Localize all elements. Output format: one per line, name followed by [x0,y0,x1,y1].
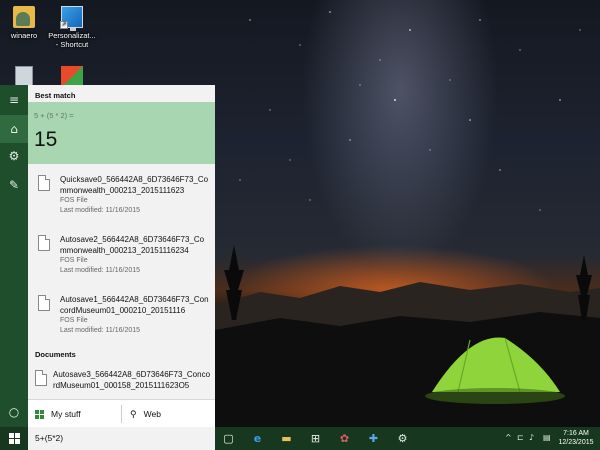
search-result-file[interactable]: Autosave1_566442A8_6D73646F73_ConcordMus… [28,292,215,350]
file-modified: Last modified: 11/16/2015 [60,267,141,274]
calculator-best-match[interactable]: 5 + (5 * 2) = 15 [28,102,215,164]
action-center-icon[interactable]: ▤ [543,433,551,442]
tools-app-button[interactable]: ✚ [366,431,381,446]
edge-browser-icon: e [253,432,262,445]
volume-icon[interactable]: ♪ [529,433,534,442]
personalization-shortcut-icon: ↗ [60,6,83,31]
hamburger-menu-button[interactable]: ≡ [0,86,28,114]
settings-gear-icon: ⚙ [8,149,20,163]
search-scope-bar: My stuff ⚲ Web [28,399,215,427]
search-result-document[interactable]: Autosave3_566442A8_6D73646F73_ConcordMus… [28,367,215,397]
feedback-icon: ✎ [8,178,20,192]
my-stuff-label: My stuff [51,409,81,419]
stars [239,11,581,211]
task-view-icon: ▢ [223,432,234,445]
file-name: Autosave1_566442A8_6D73646F73_ConcordMus… [60,295,209,315]
tab-divider [121,405,122,423]
settings-gear-icon: ⚙ [397,432,408,445]
search-result-file[interactable]: Quicksave0_566442A8_6D73646F73_Commonwea… [28,172,215,230]
file-name: Quicksave0_566442A8_6D73646F73_Commonwea… [60,175,209,195]
recycle-bin-icon [15,66,33,86]
shortcut-arrow-icon: ↗ [60,21,68,29]
home-icon: ⌂ [10,122,18,136]
start-button[interactable] [0,427,28,450]
file-modified: Last modified: 11/16/2015 [60,207,141,214]
file-icon [38,235,50,251]
cortana-button[interactable]: ○ [0,398,28,426]
file-type: FOS File [60,197,88,204]
search-results-panel: Best match 5 + (5 * 2) = 15 Quicksave0_5… [28,85,215,427]
document-name: Autosave3_566442A8_6D73646F73_ConcordMus… [53,370,211,390]
paint-app-icon: ✿ [339,432,350,445]
network-icon[interactable]: ⊏ [517,433,524,442]
search-result-file[interactable]: Autosave2_566442A8_6D73646F73_Commonweal… [28,232,215,290]
edge-button[interactable]: e [250,431,265,446]
best-match-heading: Best match [35,91,76,100]
cortana-circle-icon: ○ [8,405,20,419]
hamburger-menu-icon: ≡ [8,93,20,107]
user-folder-icon [13,6,35,28]
taskbar: 5+(5*2) ▢ e ▬ ⊞ ✿ ✚ ⚙ ^ ⊏ ♪ ▤ 7:16 AM 12… [0,427,600,450]
store-button[interactable]: ⊞ [308,431,323,446]
file-explorer-icon: ▬ [281,432,292,445]
tools-app-icon: ✚ [368,432,379,445]
task-view-button[interactable]: ▢ [221,431,236,446]
file-type: FOS File [60,257,88,264]
calculator-result: 15 [34,128,58,151]
file-modified: Last modified: 11/16/2015 [60,327,141,334]
web-tab[interactable]: ⚲ Web [130,400,161,428]
notebook-settings-button[interactable]: ⚙ [0,142,28,170]
calculator-expression: 5 + (5 * 2) = [34,111,74,120]
desktop-icon-label: winaero [10,31,38,40]
desktop-icon-winaero[interactable]: winaero [0,6,48,40]
paint-app-button[interactable]: ✿ [337,431,352,446]
settings-button[interactable]: ⚙ [395,431,410,446]
file-icon [38,175,50,191]
documents-heading: Documents [35,350,76,359]
file-explorer-button[interactable]: ▬ [279,431,294,446]
file-name: Autosave2_566442A8_6D73646F73_Commonweal… [60,235,205,255]
windows-logo-icon [35,409,44,419]
desktop-icon-label: Personalizat... - Shortcut [48,31,96,49]
file-icon [35,370,47,386]
web-label: Web [143,409,161,419]
search-icon: ⚲ [130,408,137,419]
clock-date: 12/23/2015 [558,439,594,446]
start-left-rail: ≡ ⌂ ⚙ ✎ ○ [0,85,28,427]
windows-logo-icon [8,433,20,444]
feedback-button[interactable]: ✎ [0,171,28,199]
file-icon [38,295,50,311]
store-icon: ⊞ [310,432,321,445]
taskbar-search-input[interactable]: 5+(5*2) [28,427,215,450]
system-clock[interactable]: 7:16 AM 12/23/2015 [556,429,596,447]
show-hidden-icons-chevron-icon[interactable]: ^ [505,433,512,442]
tent-glow [425,388,565,404]
file-type: FOS File [60,317,88,324]
home-button[interactable]: ⌂ [0,115,28,143]
desktop-icon-personalization[interactable]: ↗ Personalizat... - Shortcut [46,6,98,49]
my-stuff-tab[interactable]: My stuff [35,400,81,428]
clock-time: 7:16 AM [563,430,589,437]
